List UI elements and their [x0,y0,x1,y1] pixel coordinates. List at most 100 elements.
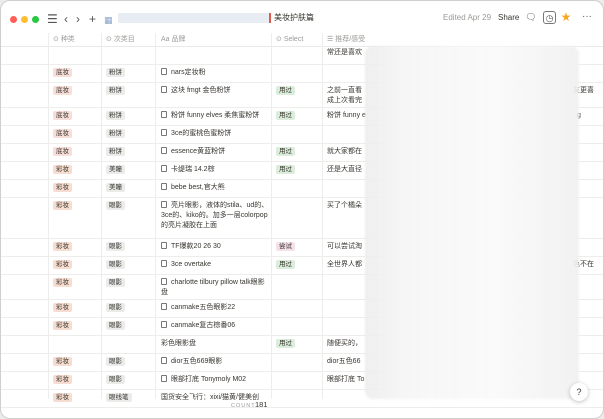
category-cell[interactable]: 彩妆 [53,201,72,211]
select-cell[interactable]: 用过 [276,86,295,96]
category-tag[interactable]: 彩妆 [53,375,72,384]
column-header-5[interactable]: ☰ 推荐/感受 [327,33,365,46]
category-cell[interactable]: 彩妆 [53,260,72,270]
subcategory-cell[interactable]: 眼影 [106,242,125,252]
category-tag[interactable]: 彩妆 [53,278,72,287]
star-icon[interactable]: ★ [560,11,572,23]
brand-cell[interactable]: 3ce的蜜桃色蜜粉饼 [161,129,269,139]
category-tag[interactable]: 彩妆 [53,303,72,312]
subcategory-tag[interactable]: 粉饼 [106,111,125,120]
category-cell[interactable]: 底妆 [53,68,72,78]
category-tag[interactable]: 彩妆 [53,321,72,330]
category-cell[interactable]: 彩妆 [53,278,72,288]
brand-cell[interactable]: canmake五色眼影22 [161,303,269,313]
hamburger-icon[interactable]: ☰ [47,11,58,27]
category-tag[interactable]: 底妆 [53,111,72,120]
plus-icon[interactable]: + [89,11,96,27]
category-cell[interactable]: 底妆 [53,111,72,121]
minimize-window-button[interactable] [21,16,28,23]
recommendation-cell[interactable]: 之前一直看 成上次看完 [327,86,367,106]
category-cell[interactable]: 彩妆 [53,375,72,385]
brand-cell[interactable]: bebe best,官大熊 [161,183,269,193]
clock-icon[interactable]: ◷ [543,11,556,24]
subcategory-tag[interactable]: 粉饼 [106,129,125,138]
subcategory-tag[interactable]: 眼影 [106,303,125,312]
subcategory-tag[interactable]: 眼影 [106,242,125,251]
brand-cell[interactable]: nars定妆粉 [161,68,269,78]
subcategory-cell[interactable]: 粉饼 [106,86,125,96]
chevron-left-icon[interactable]: ‹ [64,11,68,27]
subcategory-tag[interactable]: 美瞳 [106,165,125,174]
brand-cell[interactable]: canmake复古棕番06 [161,321,269,331]
subcategory-cell[interactable]: 眼影 [106,201,125,211]
select-cell[interactable]: 用过 [276,165,295,175]
subcategory-tag[interactable]: 粉饼 [106,68,125,77]
select-cell[interactable]: 用过 [276,260,295,270]
category-tag[interactable]: 彩妆 [53,183,72,192]
share-button[interactable]: Share [498,13,519,22]
recommendation-cell[interactable]: 常还是喜欢 [327,48,367,58]
recommendation-cell[interactable]: 就大家都在 [327,147,367,157]
recommendation-cell[interactable]: 随便买的， [327,339,367,349]
category-cell[interactable]: 底妆 [53,86,72,96]
subcategory-tag[interactable]: 美瞳 [106,183,125,192]
chevron-right-icon[interactable]: › [76,11,80,27]
category-cell[interactable]: 底妆 [53,147,72,157]
column-header-3[interactable]: Aa 品牌 [161,33,186,46]
subcategory-cell[interactable]: 眼影 [106,357,125,367]
category-cell[interactable]: 彩妆 [53,242,72,252]
subcategory-tag[interactable]: 眼影 [106,321,125,330]
brand-cell[interactable]: 眼部打底 Tonymoly M02 [161,375,269,385]
select-tag[interactable]: 尝试 [276,242,295,251]
recommendation-cell[interactable]: 可以尝试淘 [327,242,367,252]
subcategory-cell[interactable]: 粉饼 [106,147,125,157]
category-tag[interactable]: 彩妆 [53,165,72,174]
category-tag[interactable]: 底妆 [53,129,72,138]
category-tag[interactable]: 底妆 [53,68,72,77]
recommendation-cell[interactable]: 全世界人都 [327,260,367,270]
category-cell[interactable]: 彩妆 [53,165,72,175]
category-tag[interactable]: 彩妆 [53,260,72,269]
recommendation-cell[interactable]: 眼部打底 To [327,375,367,385]
subcategory-tag[interactable]: 眼影 [106,201,125,210]
help-button[interactable]: ? [570,383,588,401]
subcategory-cell[interactable]: 美瞳 [106,165,125,175]
subcategory-tag[interactable]: 粉饼 [106,147,125,156]
brand-cell[interactable]: TF爆款20 26 30 [161,242,269,252]
category-tag[interactable]: 彩妆 [53,242,72,251]
category-cell[interactable]: 彩妆 [53,321,72,331]
subcategory-cell[interactable]: 眼影 [106,260,125,270]
brand-cell[interactable]: 这块 fmgt 金色粉饼 [161,86,269,96]
subcategory-cell[interactable]: 美瞳 [106,183,125,193]
recommendation-cell[interactable]: dior五色66 [327,357,367,367]
subcategory-tag[interactable]: 眼影 [106,278,125,287]
category-tag[interactable]: 底妆 [53,147,72,156]
brand-cell[interactable]: essence黄蓝粉饼 [161,147,269,157]
subcategory-cell[interactable]: 粉饼 [106,129,125,139]
recommendation-cell[interactable]: 买了个橘朵 [327,201,367,211]
column-header-4[interactable]: ⊙ Select [276,33,303,46]
select-tag[interactable]: 用过 [276,86,295,95]
subcategory-tag[interactable]: 粉饼 [106,86,125,95]
brand-cell[interactable]: dior五色669眼影 [161,357,269,367]
select-cell[interactable]: 尝试 [276,242,295,252]
select-tag[interactable]: 用过 [276,165,295,174]
select-tag[interactable]: 用过 [276,147,295,156]
more-icon[interactable]: ··· [581,11,593,23]
select-tag[interactable]: 用过 [276,111,295,120]
category-cell[interactable]: 彩妆 [53,303,72,313]
subcategory-cell[interactable]: 粉饼 [106,68,125,78]
select-tag[interactable]: 用过 [276,339,295,348]
column-header-2[interactable]: ⊙ 次类目 [106,33,135,46]
recommendation-cell[interactable]: 还是大直径 [327,165,367,175]
maximize-window-button[interactable] [32,16,39,23]
category-tag[interactable]: 底妆 [53,86,72,95]
category-cell[interactable]: 彩妆 [53,357,72,367]
subcategory-tag[interactable]: 眼影 [106,260,125,269]
subcategory-cell[interactable]: 眼影 [106,303,125,313]
subcategory-cell[interactable]: 粉饼 [106,111,125,121]
subcategory-tag[interactable]: 眼影 [106,375,125,384]
brand-cell[interactable]: 卡缇瑞 14.2棕 [161,165,269,175]
select-cell[interactable]: 用过 [276,339,295,349]
subcategory-cell[interactable]: 眼影 [106,321,125,331]
